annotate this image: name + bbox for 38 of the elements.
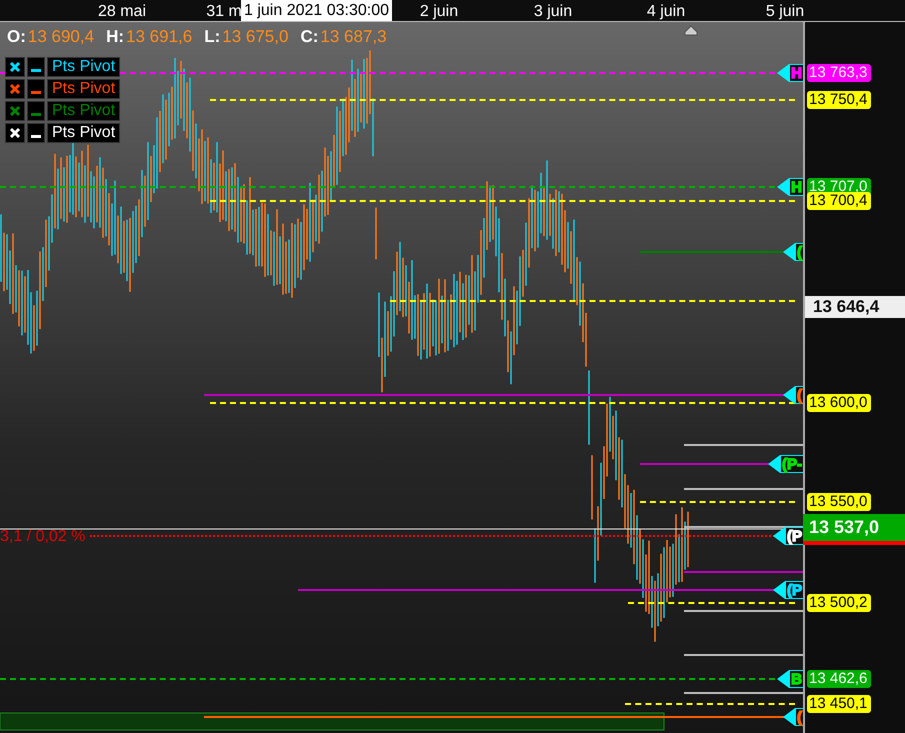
ohlc-value: 13 690,4 [28, 27, 94, 47]
date-label: 3 juin [534, 3, 572, 21]
indicator-label[interactable]: Pts Pivot [47, 57, 120, 77]
date-label: 28 mai [98, 3, 146, 21]
price-level-label: 13 750,4 [807, 91, 871, 109]
last-price-label: 13 537,0 [803, 514, 905, 545]
indicator-label[interactable]: Pts Pivot [47, 101, 120, 121]
ohlc-key: H: [106, 27, 124, 47]
ohlc-value: 13 691,6 [126, 27, 192, 47]
line-style-swatch[interactable] [31, 113, 41, 116]
ohlc-value: 13 687,3 [320, 27, 387, 47]
spread-label: 3,1 / 0,02 % [0, 528, 86, 546]
price-level-label: 13 550,0 [807, 493, 871, 511]
ohlc-value: 13 675,0 [222, 27, 288, 47]
pin-icon[interactable] [684, 25, 698, 36]
date-label: 31 m [206, 3, 242, 21]
date-label: 2 juin [420, 3, 458, 21]
ohlc-key: C: [300, 27, 318, 47]
close-icon[interactable] [5, 79, 25, 99]
price-level-label: 13 450,1 [807, 695, 871, 713]
line-style-swatch[interactable] [31, 69, 41, 72]
price-level-label: 13 700,4 [807, 192, 871, 210]
current-price-label: 13 646,4 [805, 296, 905, 318]
date-label: 5 juin [766, 3, 804, 21]
close-icon[interactable] [5, 123, 25, 143]
price-level-label: 13 500,2 [807, 594, 871, 612]
date-label: 4 juin [646, 3, 686, 21]
line-style-swatch[interactable] [31, 135, 41, 138]
indicator-label[interactable]: Pts Pivot [47, 123, 120, 143]
line-style-swatch[interactable] [31, 91, 41, 94]
cursor-time-label: 1 juin 2021 03:30:00 [241, 0, 392, 21]
price-level-label: 13 763,3 [807, 64, 871, 82]
close-icon[interactable] [5, 57, 25, 77]
price-level-label: 13 462,6 [807, 670, 871, 688]
ohlc-key: O: [7, 27, 26, 47]
price-level-label: 13 600,0 [807, 394, 871, 412]
ohlc-key: L: [204, 27, 220, 47]
indicator-label[interactable]: Pts Pivot [47, 79, 120, 99]
